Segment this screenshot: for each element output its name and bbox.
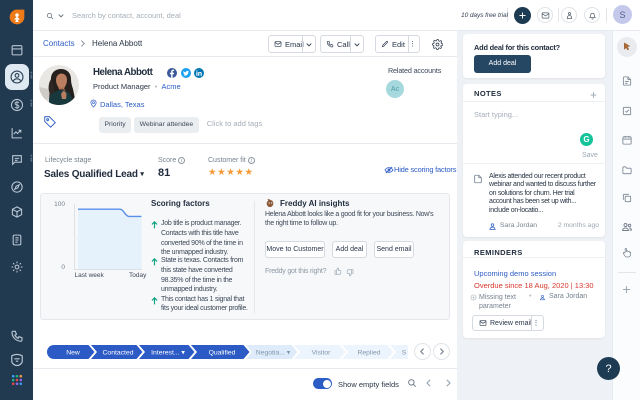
svg-text:Negotia... ▾: Negotia... ▾ (256, 349, 291, 356)
svg-text:Qualified: Qualified (209, 349, 236, 356)
svg-text:New: New (66, 349, 80, 356)
svg-text:Contacted: Contacted (103, 349, 134, 356)
svg-text:S: S (402, 349, 407, 356)
svg-text:Visitor: Visitor (312, 349, 331, 356)
svg-text:Interest... ▾: Interest... ▾ (151, 349, 185, 356)
svg-text:Replied: Replied (357, 349, 380, 356)
